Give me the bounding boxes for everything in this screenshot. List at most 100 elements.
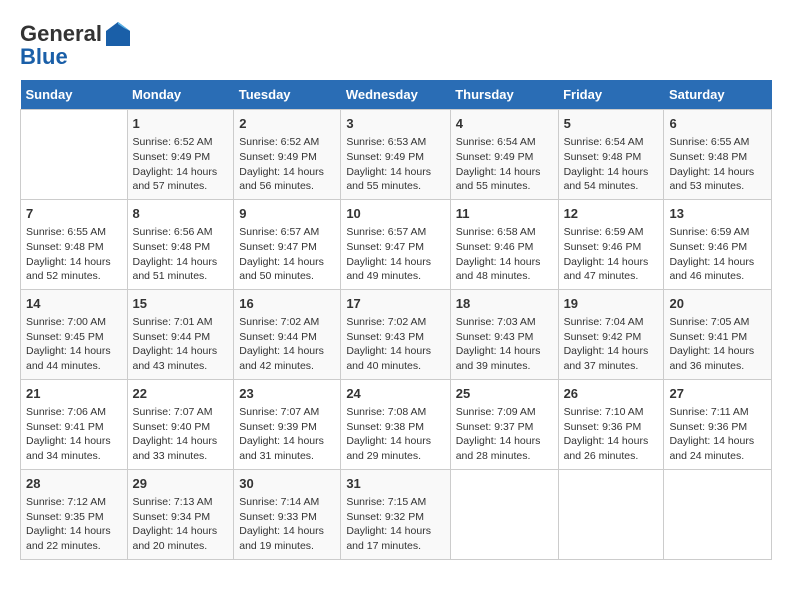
header: General Blue	[20, 20, 772, 70]
day-number: 18	[456, 295, 553, 313]
logo: General Blue	[20, 20, 132, 70]
cell-content: Sunrise: 7:07 AMSunset: 9:40 PMDaylight:…	[133, 405, 229, 464]
calendar-cell	[664, 469, 772, 559]
cell-content: Sunrise: 6:57 AMSunset: 9:47 PMDaylight:…	[239, 225, 335, 284]
calendar-cell: 18 Sunrise: 7:03 AMSunset: 9:43 PMDayligh…	[450, 289, 558, 379]
cell-content: Sunrise: 6:56 AMSunset: 9:48 PMDaylight:…	[133, 225, 229, 284]
cell-content: Sunrise: 6:55 AMSunset: 9:48 PMDaylight:…	[26, 225, 122, 284]
day-number: 17	[346, 295, 444, 313]
calendar-cell: 23 Sunrise: 7:07 AMSunset: 9:39 PMDayligh…	[234, 379, 341, 469]
day-number: 16	[239, 295, 335, 313]
cell-content: Sunrise: 6:57 AMSunset: 9:47 PMDaylight:…	[346, 225, 444, 284]
cell-content: Sunrise: 7:14 AMSunset: 9:33 PMDaylight:…	[239, 495, 335, 554]
day-number: 2	[239, 115, 335, 133]
cell-content: Sunrise: 7:13 AMSunset: 9:34 PMDaylight:…	[133, 495, 229, 554]
calendar-cell: 4 Sunrise: 6:54 AMSunset: 9:49 PMDaylight…	[450, 110, 558, 200]
calendar-cell: 26 Sunrise: 7:10 AMSunset: 9:36 PMDayligh…	[558, 379, 664, 469]
day-number: 9	[239, 205, 335, 223]
calendar-cell: 11 Sunrise: 6:58 AMSunset: 9:46 PMDayligh…	[450, 199, 558, 289]
calendar-cell: 15 Sunrise: 7:01 AMSunset: 9:44 PMDayligh…	[127, 289, 234, 379]
week-row-1: 1 Sunrise: 6:52 AMSunset: 9:49 PMDaylight…	[21, 110, 772, 200]
cell-content: Sunrise: 7:01 AMSunset: 9:44 PMDaylight:…	[133, 315, 229, 374]
day-number: 7	[26, 205, 122, 223]
calendar-table: SundayMondayTuesdayWednesdayThursdayFrid…	[20, 80, 772, 560]
week-row-4: 21 Sunrise: 7:06 AMSunset: 9:41 PMDayligh…	[21, 379, 772, 469]
cell-content: Sunrise: 7:00 AMSunset: 9:45 PMDaylight:…	[26, 315, 122, 374]
cell-content: Sunrise: 6:58 AMSunset: 9:46 PMDaylight:…	[456, 225, 553, 284]
cell-content: Sunrise: 7:04 AMSunset: 9:42 PMDaylight:…	[564, 315, 659, 374]
cell-content: Sunrise: 6:54 AMSunset: 9:48 PMDaylight:…	[564, 135, 659, 194]
days-header-row: SundayMondayTuesdayWednesdayThursdayFrid…	[21, 80, 772, 110]
header-thursday: Thursday	[450, 80, 558, 110]
day-number: 24	[346, 385, 444, 403]
day-number: 30	[239, 475, 335, 493]
day-number: 4	[456, 115, 553, 133]
calendar-cell	[450, 469, 558, 559]
week-row-3: 14Sunrise: 7:00 AMSunset: 9:45 PMDayligh…	[21, 289, 772, 379]
header-tuesday: Tuesday	[234, 80, 341, 110]
calendar-cell: 2 Sunrise: 6:52 AMSunset: 9:49 PMDaylight…	[234, 110, 341, 200]
day-number: 26	[564, 385, 659, 403]
day-number: 3	[346, 115, 444, 133]
calendar-cell: 12 Sunrise: 6:59 AMSunset: 9:46 PMDayligh…	[558, 199, 664, 289]
calendar-cell: 17 Sunrise: 7:02 AMSunset: 9:43 PMDayligh…	[341, 289, 450, 379]
day-number: 22	[133, 385, 229, 403]
cell-content: Sunrise: 6:55 AMSunset: 9:48 PMDaylight:…	[669, 135, 766, 194]
calendar-cell: 22 Sunrise: 7:07 AMSunset: 9:40 PMDayligh…	[127, 379, 234, 469]
day-number: 15	[133, 295, 229, 313]
day-number: 25	[456, 385, 553, 403]
header-saturday: Saturday	[664, 80, 772, 110]
cell-content: Sunrise: 6:59 AMSunset: 9:46 PMDaylight:…	[564, 225, 659, 284]
day-number: 27	[669, 385, 766, 403]
cell-content: Sunrise: 7:03 AMSunset: 9:43 PMDaylight:…	[456, 315, 553, 374]
day-number: 23	[239, 385, 335, 403]
header-monday: Monday	[127, 80, 234, 110]
cell-content: Sunrise: 6:54 AMSunset: 9:49 PMDaylight:…	[456, 135, 553, 194]
calendar-cell: 20 Sunrise: 7:05 AMSunset: 9:41 PMDayligh…	[664, 289, 772, 379]
cell-content: Sunrise: 7:12 AMSunset: 9:35 PMDaylight:…	[26, 495, 122, 554]
calendar-cell: 27 Sunrise: 7:11 AMSunset: 9:36 PMDayligh…	[664, 379, 772, 469]
day-number: 1	[133, 115, 229, 133]
day-number: 28	[26, 475, 122, 493]
day-number: 6	[669, 115, 766, 133]
calendar-cell: 29Sunrise: 7:13 AMSunset: 9:34 PMDayligh…	[127, 469, 234, 559]
calendar-cell	[21, 110, 128, 200]
cell-content: Sunrise: 7:09 AMSunset: 9:37 PMDaylight:…	[456, 405, 553, 464]
cell-content: Sunrise: 6:52 AMSunset: 9:49 PMDaylight:…	[239, 135, 335, 194]
calendar-cell: 31 Sunrise: 7:15 AMSunset: 9:32 PMDayligh…	[341, 469, 450, 559]
calendar-cell: 7 Sunrise: 6:55 AMSunset: 9:48 PMDaylight…	[21, 199, 128, 289]
cell-content: Sunrise: 6:52 AMSunset: 9:49 PMDaylight:…	[133, 135, 229, 194]
calendar-cell: 14Sunrise: 7:00 AMSunset: 9:45 PMDayligh…	[21, 289, 128, 379]
day-number: 8	[133, 205, 229, 223]
calendar-cell	[558, 469, 664, 559]
day-number: 21	[26, 385, 122, 403]
calendar-cell: 8 Sunrise: 6:56 AMSunset: 9:48 PMDaylight…	[127, 199, 234, 289]
calendar-cell: 19Sunrise: 7:04 AMSunset: 9:42 PMDayligh…	[558, 289, 664, 379]
calendar-cell: 16 Sunrise: 7:02 AMSunset: 9:44 PMDayligh…	[234, 289, 341, 379]
calendar-cell: 1 Sunrise: 6:52 AMSunset: 9:49 PMDaylight…	[127, 110, 234, 200]
cell-content: Sunrise: 7:11 AMSunset: 9:36 PMDaylight:…	[669, 405, 766, 464]
day-number: 31	[346, 475, 444, 493]
cell-content: Sunrise: 7:06 AMSunset: 9:41 PMDaylight:…	[26, 405, 122, 464]
cell-content: Sunrise: 7:02 AMSunset: 9:44 PMDaylight:…	[239, 315, 335, 374]
cell-content: Sunrise: 7:15 AMSunset: 9:32 PMDaylight:…	[346, 495, 444, 554]
cell-content: Sunrise: 7:10 AMSunset: 9:36 PMDaylight:…	[564, 405, 659, 464]
calendar-cell: 13Sunrise: 6:59 AMSunset: 9:46 PMDayligh…	[664, 199, 772, 289]
calendar-cell: 24Sunrise: 7:08 AMSunset: 9:38 PMDayligh…	[341, 379, 450, 469]
cell-content: Sunrise: 7:02 AMSunset: 9:43 PMDaylight:…	[346, 315, 444, 374]
calendar-cell: 28 Sunrise: 7:12 AMSunset: 9:35 PMDayligh…	[21, 469, 128, 559]
day-number: 20	[669, 295, 766, 313]
cell-content: Sunrise: 6:59 AMSunset: 9:46 PMDaylight:…	[669, 225, 766, 284]
calendar-cell: 6 Sunrise: 6:55 AMSunset: 9:48 PMDaylight…	[664, 110, 772, 200]
cell-content: Sunrise: 6:53 AMSunset: 9:49 PMDaylight:…	[346, 135, 444, 194]
week-row-2: 7 Sunrise: 6:55 AMSunset: 9:48 PMDaylight…	[21, 199, 772, 289]
header-wednesday: Wednesday	[341, 80, 450, 110]
calendar-cell: 9 Sunrise: 6:57 AMSunset: 9:47 PMDaylight…	[234, 199, 341, 289]
calendar-cell: 3 Sunrise: 6:53 AMSunset: 9:49 PMDaylight…	[341, 110, 450, 200]
day-number: 11	[456, 205, 553, 223]
calendar-cell: 30 Sunrise: 7:14 AMSunset: 9:33 PMDayligh…	[234, 469, 341, 559]
cell-content: Sunrise: 7:05 AMSunset: 9:41 PMDaylight:…	[669, 315, 766, 374]
day-number: 12	[564, 205, 659, 223]
calendar-cell: 21 Sunrise: 7:06 AMSunset: 9:41 PMDayligh…	[21, 379, 128, 469]
cell-content: Sunrise: 7:07 AMSunset: 9:39 PMDaylight:…	[239, 405, 335, 464]
